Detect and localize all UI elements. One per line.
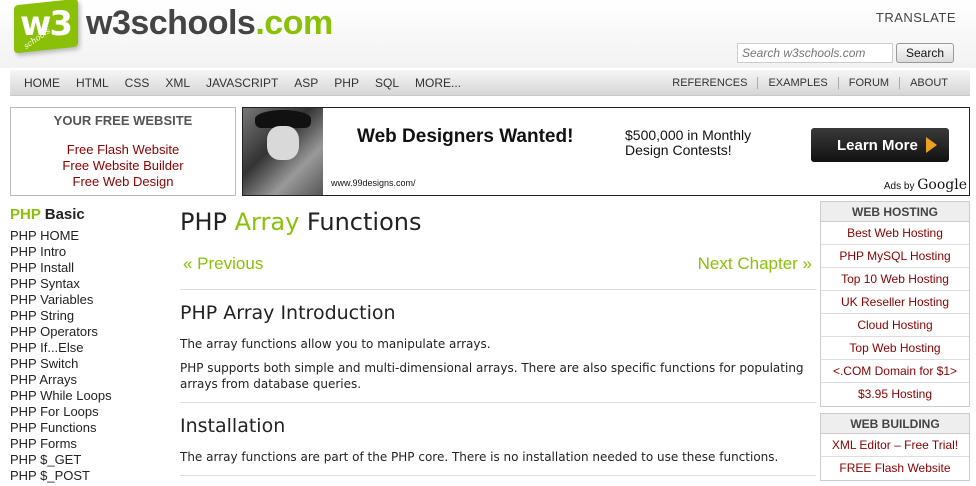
sidebar-item-php-functions[interactable]: PHP Functions: [10, 420, 170, 436]
logo-wordmark[interactable]: w3schools.com: [86, 4, 333, 43]
hosting-link-cloud-hosting[interactable]: Cloud Hosting: [821, 314, 969, 337]
logo-wordmark-tld: .com: [255, 4, 333, 42]
free-website-box: YOUR FREE WEBSITE Free Flash Website Fre…: [10, 107, 236, 196]
hosting-link-3-95-hosting[interactable]: $3.95 Hosting: [821, 383, 969, 406]
sidebar-item-php-home[interactable]: PHP HOME: [10, 228, 170, 244]
web-hosting-box: WEB HOSTING Best Web Hosting PHP MySQL H…: [820, 201, 970, 407]
sidebar-item-php-arrays[interactable]: PHP Arrays: [10, 372, 170, 388]
logo-wordmark-name: w3schools: [86, 4, 256, 42]
hosting-link-top-10-web-hosting[interactable]: Top 10 Web Hosting: [821, 268, 969, 291]
ad-offer-line1: $500,000 in Monthly: [625, 127, 752, 143]
previous-link[interactable]: « Previous: [183, 254, 263, 274]
sidebar-item-php-forms[interactable]: PHP Forms: [10, 436, 170, 452]
hosting-link-php-mysql-hosting[interactable]: PHP MySQL Hosting: [821, 245, 969, 268]
main-content: PHP Array Functions « Previous Next Chap…: [180, 206, 816, 476]
left-sidebar: PHP Basic PHP HOME PHP Intro PHP Install…: [10, 206, 170, 484]
sidebar-item-php-syntax[interactable]: PHP Syntax: [10, 276, 170, 292]
sidebar-item-php-for-loops[interactable]: PHP For Loops: [10, 404, 170, 420]
nav-main-links: HOME HTML CSS XML JAVASCRIPT ASP PHP SQL…: [24, 70, 477, 96]
building-link-free-flash-website[interactable]: FREE Flash Website: [821, 457, 969, 480]
nav-php[interactable]: PHP: [334, 76, 359, 90]
sidebar-item-php-operators[interactable]: PHP Operators: [10, 324, 170, 340]
ad-offer: $500,000 in Monthly Design Contests!: [625, 128, 751, 158]
play-arrow-icon: [925, 137, 937, 153]
sidebar-title: PHP Basic: [10, 206, 170, 223]
sidebar-item-php-if-else[interactable]: PHP If...Else: [10, 340, 170, 356]
sidebar-item-php-switch[interactable]: PHP Switch: [10, 356, 170, 372]
section-divider: [180, 402, 816, 403]
google-logo-text: Google: [917, 177, 967, 193]
installation-heading: Installation: [180, 415, 286, 437]
free-website-builder-link[interactable]: Free Website Builder: [11, 158, 235, 174]
free-website-links: Free Flash Website Free Website Builder …: [11, 142, 235, 190]
page-title-prefix: PHP: [180, 208, 235, 236]
nav-forum[interactable]: FORUM: [837, 77, 899, 89]
chapter-nav: « Previous Next Chapter »: [180, 244, 816, 290]
web-building-box: WEB BUILDING XML Editor – Free Trial! FR…: [820, 413, 970, 481]
intro-paragraph-2: PHP supports both simple and multi-dimen…: [180, 361, 804, 391]
ad-url: www.99designs.com/: [331, 178, 416, 188]
site-header: w3 schools w3schools.com TRANSLATE Searc…: [0, 0, 976, 68]
ad-photo: [243, 108, 323, 195]
sidebar-item-php-install[interactable]: PHP Install: [10, 260, 170, 276]
intro-paragraph-1: The array functions allow you to manipul…: [180, 337, 491, 351]
ad-banner[interactable]: Web Designers Wanted! www.99designs.com/…: [242, 107, 970, 196]
web-building-title: WEB BUILDING: [821, 414, 969, 434]
sidebar-title-basic: Basic: [40, 206, 85, 223]
ad-photo-face: [267, 126, 299, 160]
hosting-link-top-web-hosting[interactable]: Top Web Hosting: [821, 337, 969, 360]
ad-offer-line2: Design Contests!: [625, 142, 732, 158]
building-link-xml-editor[interactable]: XML Editor – Free Trial!: [821, 434, 969, 457]
nav-sql[interactable]: SQL: [375, 76, 399, 90]
sidebar-item-php-string[interactable]: PHP String: [10, 308, 170, 324]
nav-javascript[interactable]: JAVASCRIPT: [206, 76, 278, 90]
nav-examples[interactable]: EXAMPLES: [757, 77, 837, 89]
sidebar-item-php-intro[interactable]: PHP Intro: [10, 244, 170, 260]
sidebar-title-php: PHP: [10, 206, 41, 223]
ad-learn-more-button[interactable]: Learn More: [811, 128, 949, 162]
nav-css[interactable]: CSS: [125, 76, 150, 90]
nav-about[interactable]: ABOUT: [899, 77, 958, 89]
search-input[interactable]: [737, 43, 893, 63]
installation-paragraph: The array functions are part of the PHP …: [180, 450, 779, 464]
ad-headline: Web Designers Wanted!: [357, 126, 574, 147]
hosting-link-com-domain[interactable]: <.COM Domain for $1>: [821, 360, 969, 383]
free-web-design-link[interactable]: Free Web Design: [11, 174, 235, 190]
nav-asp[interactable]: ASP: [294, 76, 318, 90]
nav-xml[interactable]: XML: [165, 76, 190, 90]
free-flash-website-link[interactable]: Free Flash Website: [11, 142, 235, 158]
ads-by-google[interactable]: Ads by Google: [884, 177, 967, 193]
sidebar-item-php-post[interactable]: PHP $_POST: [10, 468, 170, 484]
nav-html[interactable]: HTML: [76, 76, 109, 90]
nav-secondary-links: REFERENCES EXAMPLES FORUM ABOUT: [662, 70, 958, 96]
page-title: PHP Array Functions: [180, 208, 816, 236]
translate-link[interactable]: TRANSLATE: [876, 10, 956, 25]
nav-home[interactable]: HOME: [24, 76, 60, 90]
free-website-title: YOUR FREE WEBSITE: [53, 113, 193, 128]
web-hosting-title: WEB HOSTING: [821, 202, 969, 222]
page-title-highlight: Array: [234, 208, 300, 236]
sidebar-item-php-while-loops[interactable]: PHP While Loops: [10, 388, 170, 404]
ads-by-label: Ads by: [883, 181, 915, 192]
page-title-suffix: Functions: [299, 208, 422, 236]
search-button[interactable]: Search: [896, 43, 954, 63]
top-navbar: HOME HTML CSS XML JAVASCRIPT ASP PHP SQL…: [10, 70, 970, 96]
nav-more[interactable]: MORE...: [415, 76, 461, 90]
hosting-link-best-web-hosting[interactable]: Best Web Hosting: [821, 222, 969, 245]
nav-references[interactable]: REFERENCES: [662, 77, 757, 89]
ad-learn-more-label: Learn More: [837, 136, 918, 154]
sidebar-item-php-get[interactable]: PHP $_GET: [10, 452, 170, 468]
sidebar-item-php-variables[interactable]: PHP Variables: [10, 292, 170, 308]
section-divider-2: [180, 475, 816, 476]
next-chapter-link[interactable]: Next Chapter »: [698, 254, 812, 274]
intro-heading: PHP Array Introduction: [180, 302, 396, 324]
hosting-link-uk-reseller-hosting[interactable]: UK Reseller Hosting: [821, 291, 969, 314]
